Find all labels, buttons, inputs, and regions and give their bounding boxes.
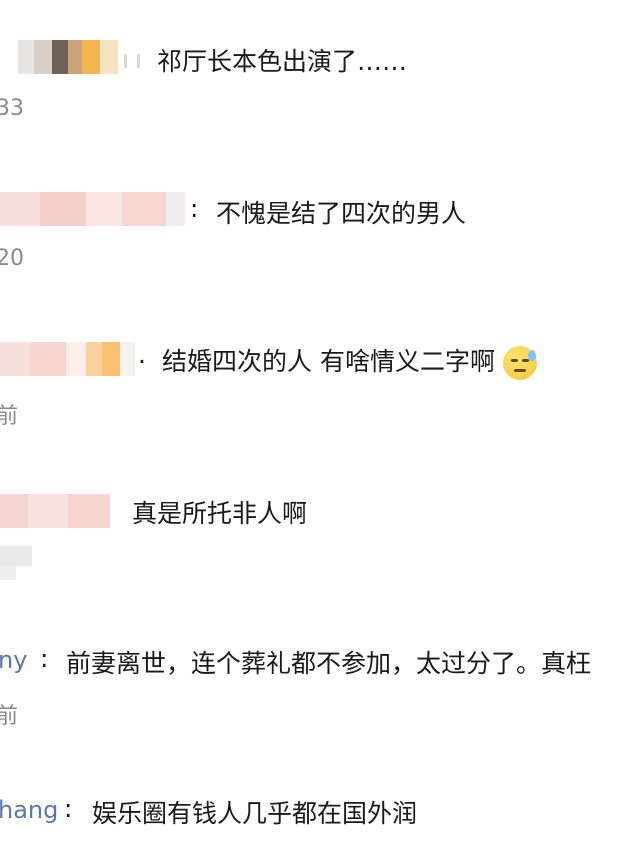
comment-text: 结婚四次的人 有啥情义二字啊 xyxy=(162,342,537,380)
comment-meta: 前 xyxy=(0,404,19,429)
username-mosaic xyxy=(0,192,185,226)
blurred-meta xyxy=(0,566,16,580)
comment-text: 不愧是结了四次的男人 xyxy=(216,199,467,228)
username-mosaic xyxy=(0,342,135,376)
separator xyxy=(124,54,140,68)
comment-separator: : xyxy=(64,794,73,823)
comment-meta: 33 xyxy=(0,96,24,121)
comment-meta: 前 xyxy=(0,704,19,729)
comment-text: 祁厅长本色出演了…… xyxy=(157,47,408,76)
comment-text: 娱乐圈有钱人几乎都在国外润 xyxy=(92,799,418,828)
username-mosaic xyxy=(0,494,110,528)
comment-text: 真是所托非人啊 xyxy=(132,499,308,528)
comment-text: 前妻离世，连个葬礼都不参加，太过分了。真枉 xyxy=(66,649,592,678)
comment-username[interactable]: ny xyxy=(0,646,27,674)
sweat-smile-icon xyxy=(502,346,537,380)
comment-separator: : xyxy=(190,194,199,223)
comment-username[interactable]: hang xyxy=(0,796,58,824)
comment-separator: . xyxy=(138,340,146,369)
comment-separator: : xyxy=(40,644,49,673)
comment-meta: 20 xyxy=(0,246,24,271)
username-mosaic xyxy=(18,40,118,74)
sweat-drop-icon xyxy=(527,350,536,361)
blurred-meta xyxy=(0,546,32,566)
comment-text-body: 结婚四次的人 有啥情义二字啊 xyxy=(162,347,495,376)
